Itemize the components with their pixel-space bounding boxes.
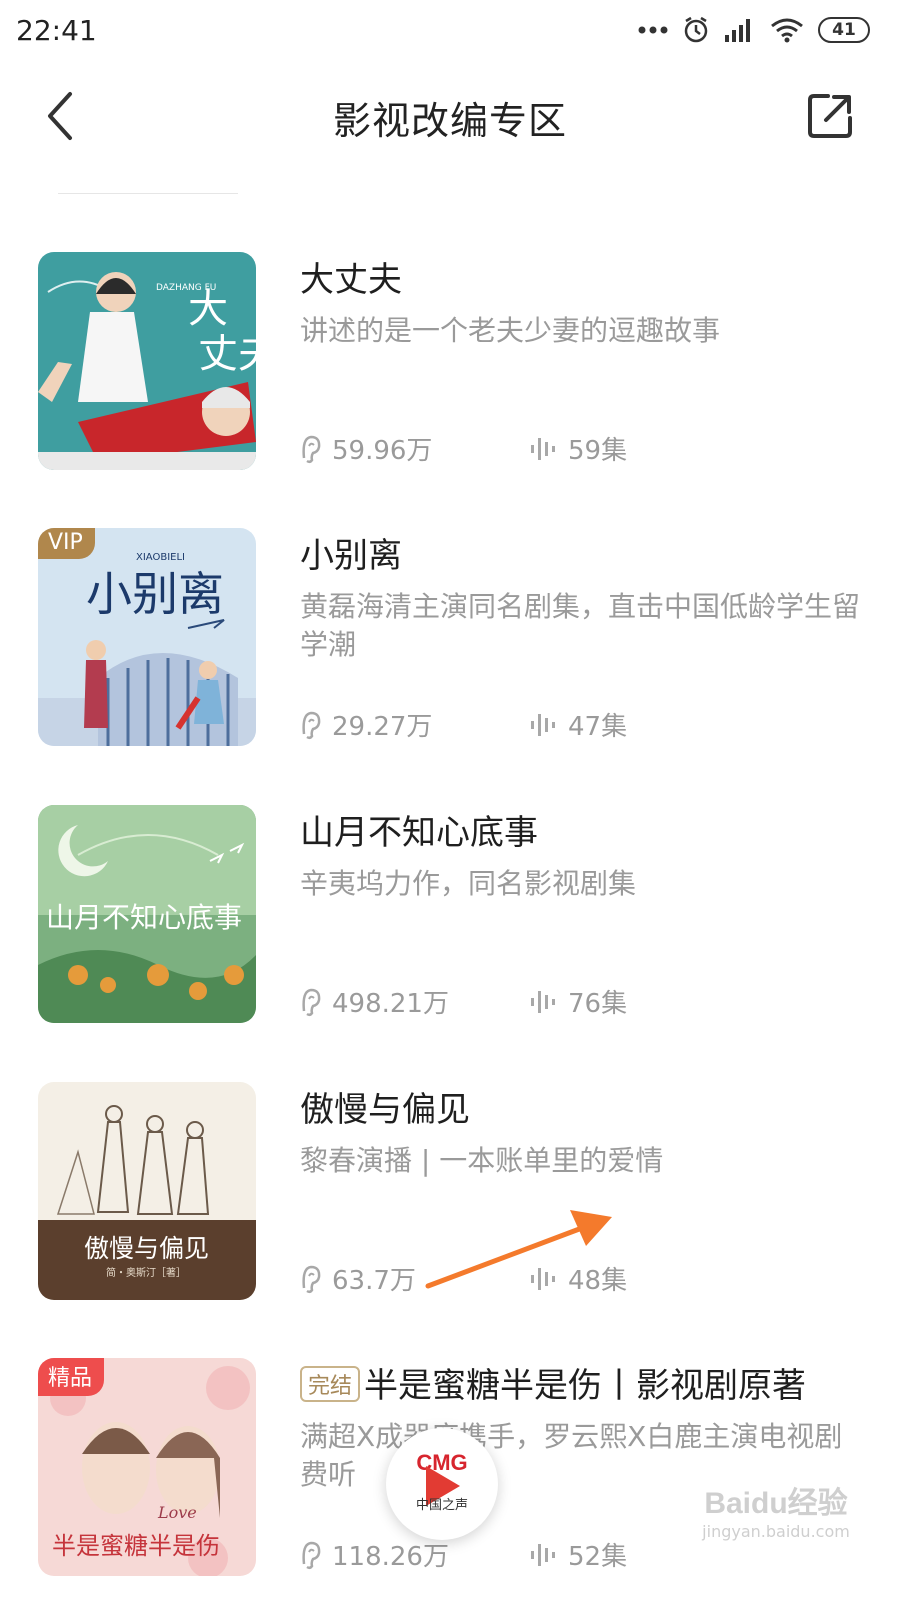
alarm-icon: [684, 16, 708, 43]
item-title[interactable]: 完结 半是蜜糖半是伤丨影视剧原著: [300, 1358, 806, 1407]
status-time: 22:41: [16, 14, 97, 47]
item-description: 辛夷坞力作，同名影视剧集: [300, 867, 637, 900]
listen-count-icon: [302, 711, 321, 739]
list-item[interactable]: 大 丈夫 DAZHANG FU 大丈夫 讲述的是一个老夫少妻的逗趣故事 59.9…: [0, 252, 900, 492]
divider: [58, 193, 238, 194]
cover-title-text: 小别离: [86, 567, 224, 621]
play-count-value: 63.7万: [332, 1266, 416, 1296]
cover-title-text: 丈夫: [198, 331, 256, 377]
audio-wave-icon: [531, 990, 555, 1013]
episode-count: 76集: [530, 983, 627, 1020]
play-count-value: 59.96万: [332, 436, 433, 466]
cover-image[interactable]: 大 丈夫 DAZHANG FU: [38, 252, 256, 470]
episode-count: 52集: [530, 1536, 627, 1573]
item-title[interactable]: 山月不知心底事: [300, 805, 538, 854]
signal-icon: [725, 19, 750, 42]
episode-count-value: 59集: [568, 436, 628, 466]
cover-subtitle-text: XIAOBIELI: [136, 552, 185, 563]
completed-tag: 完结: [300, 1366, 361, 1402]
cover-subtitle-text: 简・奥斯汀［著］: [106, 1266, 186, 1279]
battery-icon: 41: [818, 17, 870, 43]
listen-count-icon: [302, 1541, 321, 1569]
cover-subtitle-text: Love: [157, 1503, 197, 1522]
item-description: 黄磊海清主演同名剧集，直击中国低龄学生留学潮: [300, 590, 861, 661]
play-count: 498.21万: [300, 983, 449, 1020]
more-dots-icon: [638, 26, 668, 34]
cover-art: 大 丈夫 DAZHANG FU: [38, 252, 256, 470]
cover-art: 山月不知心底事: [38, 805, 256, 1023]
status-icons: 41: [638, 14, 870, 46]
listen-count-icon: [302, 988, 321, 1016]
episode-count-value: 47集: [568, 712, 628, 742]
wifi-icon: [771, 18, 803, 43]
episode-count-value: 52集: [568, 1542, 628, 1572]
cover-title-text: 半是蜜糖半是伤: [52, 1532, 220, 1560]
item-title[interactable]: 小别离: [300, 528, 402, 577]
vip-badge: VIP: [38, 528, 95, 559]
list-item[interactable]: 小别离 XIAOBIELI VIP 小别离 黄磊海清主演同名剧集，直击中国低龄学…: [0, 528, 900, 768]
premium-badge: 精品: [38, 1358, 105, 1396]
play-count: 29.27万: [300, 706, 432, 743]
cover-image[interactable]: 小别离 XIAOBIELI VIP: [38, 528, 256, 746]
cover-art: 小别离 XIAOBIELI: [38, 528, 256, 746]
item-title[interactable]: 大丈夫: [300, 252, 402, 301]
episode-count-value: 76集: [568, 989, 628, 1019]
play-count: 63.7万: [300, 1260, 416, 1297]
nav-bar: 影视改编专区: [0, 62, 900, 172]
episode-count: 47集: [530, 706, 627, 743]
episode-count: 59集: [530, 430, 627, 467]
share-icon[interactable]: [804, 90, 856, 142]
list-item[interactable]: 山月不知心底事 山月不知心底事 辛夷坞力作，同名影视剧集 498.21万 76集: [0, 805, 900, 1045]
page-title: 影视改编专区: [332, 99, 567, 143]
audio-wave-icon: [531, 1543, 555, 1566]
watermark-url: jingyan.baidu.com: [702, 1522, 850, 1541]
floating-mini-player[interactable]: CMG 中国之声: [386, 1428, 498, 1540]
item-description: 黎春演播 | 一本账单里的爱情: [300, 1144, 664, 1177]
cover-image[interactable]: 傲慢与偏见 简・奥斯汀［著］: [38, 1082, 256, 1300]
mini-player-subtitle: 中国之声: [415, 1498, 468, 1513]
play-count: 59.96万: [300, 430, 432, 467]
listen-count-icon: [302, 1265, 321, 1293]
item-title[interactable]: 傲慢与偏见: [300, 1082, 470, 1131]
play-count: 118.26万: [300, 1536, 449, 1573]
watermark-logo: Baidu经验: [704, 1487, 848, 1520]
list-item[interactable]: 傲慢与偏见 简・奥斯汀［著］ 傲慢与偏见 黎春演播 | 一本账单里的爱情 63.…: [0, 1082, 900, 1322]
status-bar: 22:41 41: [0, 0, 900, 62]
episode-count-value: 48集: [568, 1266, 628, 1296]
audio-wave-icon: [531, 437, 555, 460]
item-description: 讲述的是一个老夫少妻的逗趣故事: [300, 314, 721, 347]
cover-title-text: 山月不知心底事: [46, 901, 242, 934]
cover-subtitle-text: DAZHANG FU: [156, 283, 216, 293]
cover-title-text: 傲慢与偏见: [84, 1234, 209, 1263]
audio-wave-icon: [531, 713, 555, 736]
watermark: Baidu经验 jingyan.baidu.com: [676, 1478, 876, 1541]
listen-count-icon: [302, 435, 321, 463]
item-title-text: 半是蜜糖半是伤丨影视剧原著: [364, 1366, 807, 1406]
episode-count: 48集: [530, 1260, 627, 1297]
play-count-value: 498.21万: [332, 989, 449, 1019]
cover-art: 傲慢与偏见 简・奥斯汀［著］: [38, 1082, 256, 1300]
cover-image[interactable]: 山月不知心底事: [38, 805, 256, 1023]
cover-image[interactable]: Love 半是蜜糖半是伤 精品: [38, 1358, 256, 1576]
play-count-value: 118.26万: [332, 1542, 449, 1572]
play-count-value: 29.27万: [332, 712, 433, 742]
battery-level: 41: [832, 20, 856, 40]
audio-wave-icon: [531, 1267, 555, 1290]
